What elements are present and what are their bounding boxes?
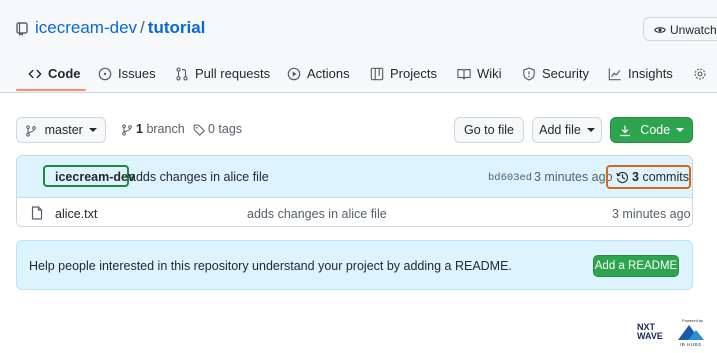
repo-icon <box>16 22 28 36</box>
commit-message-link[interactable]: adds changes in alice file <box>129 170 269 184</box>
graph-icon <box>608 68 621 81</box>
commit-time: 3 minutes ago <box>534 170 613 184</box>
nxtwave-logo-text: NXT WAVE <box>637 323 663 341</box>
readme-banner: Help people interested in this repositor… <box>16 240 693 290</box>
gear-icon[interactable] <box>693 67 707 81</box>
tags-label: 0 tags <box>208 122 243 136</box>
repo-separator: / <box>140 18 145 37</box>
tab-actions-label: Actions <box>307 66 350 81</box>
branches-link[interactable]: 1 branch <box>121 122 185 136</box>
repo-owner-link[interactable]: icecream-dev <box>35 18 137 37</box>
branch-select-button[interactable]: master <box>16 117 106 143</box>
tab-projects-label: Projects <box>390 66 437 81</box>
tab-issues[interactable]: Issues <box>98 64 156 84</box>
git-branch-icon <box>26 125 36 137</box>
tab-pull-requests-label: Pull requests <box>195 66 271 81</box>
file-name-link[interactable]: alice.txt <box>55 207 97 221</box>
tab-insights[interactable]: Insights <box>608 64 673 84</box>
tab-projects[interactable]: Projects <box>370 64 437 84</box>
file-commit-time: 3 minutes ago <box>612 207 691 221</box>
tab-pull-requests[interactable]: Pull requests <box>175 64 270 84</box>
tab-security[interactable]: Security <box>522 64 589 84</box>
ib-hubs-logo-icon <box>678 325 704 340</box>
table-row: alice.txt adds changes in alice file 3 m… <box>17 198 692 226</box>
file-icon <box>31 206 43 220</box>
tab-code[interactable]: Code <box>28 64 81 84</box>
chevron-down-icon <box>88 128 97 132</box>
code-button-label: Code <box>640 123 671 137</box>
readme-banner-text: Help people interested in this repositor… <box>29 259 512 273</box>
commit-count: 3 <box>632 170 639 184</box>
tab-wiki-label: Wiki <box>477 66 502 81</box>
tab-actions[interactable]: Actions <box>287 64 350 84</box>
add-readme-button[interactable]: Add a README <box>593 255 679 277</box>
unwatch-label: Unwatch <box>670 23 717 37</box>
branch-name: master <box>44 123 83 137</box>
go-to-file-button[interactable]: Go to file <box>454 117 524 143</box>
unwatch-button[interactable]: Unwatch <box>643 17 717 41</box>
tags-link[interactable]: 0 tags <box>193 122 242 136</box>
download-icon <box>619 125 630 137</box>
table-icon <box>370 67 384 81</box>
latest-commit-bar: icecream-dev adds changes in alice file … <box>17 156 692 198</box>
code-download-button[interactable]: Code <box>610 117 693 143</box>
commit-author-link[interactable]: icecream-dev <box>55 170 135 184</box>
tab-insights-label: Insights <box>628 66 673 81</box>
active-tab-indicator <box>16 89 86 91</box>
branch-count: 1 <box>136 122 143 136</box>
file-listing: icecream-dev adds changes in alice file … <box>16 155 693 227</box>
ib-hubs-text: IB HUBS <box>680 342 702 347</box>
shield-icon <box>523 67 535 81</box>
commit-word: commits <box>642 170 689 184</box>
git-branch-icon <box>122 124 132 136</box>
tab-code-label: Code <box>48 66 81 81</box>
git-pull-request-icon <box>176 67 188 81</box>
play-icon <box>287 67 301 81</box>
code-icon <box>28 69 42 79</box>
brand-line-2: WAVE <box>637 331 663 341</box>
file-commit-message-link[interactable]: adds changes in alice file <box>247 207 387 221</box>
tag-icon <box>193 124 205 136</box>
tab-security-label: Security <box>542 66 589 81</box>
chevron-down-icon <box>586 128 595 132</box>
branch-word: branch <box>146 122 185 136</box>
history-icon <box>616 171 628 184</box>
repo-title: icecream-dev / tutorial <box>35 18 205 38</box>
book-icon <box>457 69 471 80</box>
commit-sha-link[interactable]: bd603ed <box>488 172 532 184</box>
chevron-down-icon <box>676 128 685 132</box>
eye-icon <box>654 27 666 33</box>
add-file-button[interactable]: Add file <box>532 117 602 143</box>
tab-wiki[interactable]: Wiki <box>457 64 502 84</box>
issue-opened-icon <box>98 67 112 81</box>
repo-name-link[interactable]: tutorial <box>148 18 206 37</box>
tab-issues-label: Issues <box>118 66 156 81</box>
commits-history-link[interactable]: 3 commits <box>616 170 689 184</box>
add-file-label: Add file <box>539 123 581 137</box>
